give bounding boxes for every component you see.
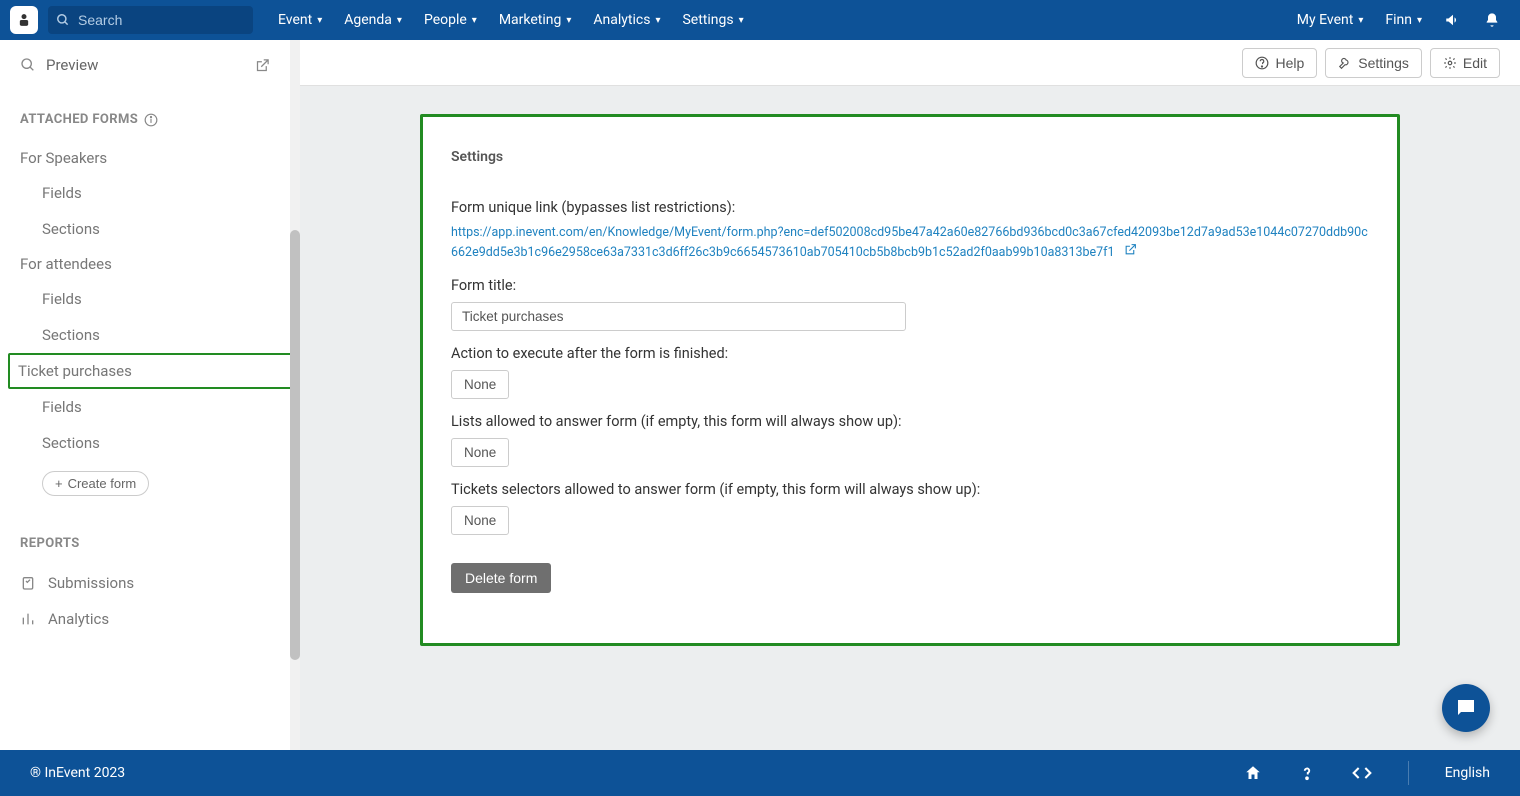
footer-copyright: ® InEvent 2023 (30, 765, 125, 781)
sidebar-preview[interactable]: Preview (20, 52, 270, 90)
chevron-down-icon: ▾ (739, 15, 744, 26)
nav-settings[interactable]: Settings▾ (672, 2, 753, 38)
form-title-input[interactable] (451, 302, 906, 331)
sidebar-item-sections[interactable]: Sections (20, 317, 270, 353)
sidebar-item-fields[interactable]: Fields (20, 175, 270, 211)
announce-icon[interactable] (1434, 1, 1472, 39)
sidebar-group-speakers[interactable]: For Speakers (20, 141, 270, 175)
nav-user[interactable]: Finn▾ (1375, 2, 1432, 38)
nav-analytics[interactable]: Analytics▾ (583, 2, 670, 38)
plus-icon: + (55, 476, 63, 491)
nav-people[interactable]: People▾ (414, 2, 487, 38)
sidebar-reports-heading: REPORTS (20, 536, 270, 551)
chart-icon (20, 611, 36, 627)
sidebar-group-ticketpurchases[interactable]: Ticket purchases (8, 353, 290, 389)
sidebar: Preview ATTACHED FORMS For Speakers Fiel… (0, 40, 290, 750)
lists-select[interactable]: None (451, 438, 509, 467)
delete-form-button[interactable]: Delete form (451, 563, 551, 593)
chevron-down-icon: ▾ (1358, 15, 1363, 26)
nav-marketing[interactable]: Marketing▾ (489, 2, 582, 38)
sidebar-scrollbar[interactable] (290, 40, 300, 750)
search-icon (20, 57, 36, 73)
sidebar-item-sections[interactable]: Sections (20, 211, 270, 247)
sidebar-item-fields[interactable]: Fields (20, 281, 270, 317)
chevron-down-icon: ▾ (566, 15, 571, 26)
search-icon (56, 13, 70, 27)
sidebar-preview-label: Preview (46, 56, 98, 74)
code-icon[interactable] (1352, 763, 1372, 783)
sidebar-report-submissions[interactable]: Submissions (20, 565, 270, 601)
help-button[interactable]: Help (1242, 48, 1317, 78)
sidebar-group-attendees[interactable]: For attendees (20, 247, 270, 281)
help-icon (1255, 56, 1269, 70)
sidebar-item-fields[interactable]: Fields (20, 389, 270, 425)
bell-icon[interactable] (1474, 2, 1510, 38)
page-toolbar: Help Settings Edit (300, 40, 1520, 86)
chevron-down-icon: ▾ (472, 15, 477, 26)
external-link-icon[interactable] (1124, 244, 1137, 260)
unique-link-label: Form unique link (bypasses list restrict… (451, 199, 1369, 216)
chevron-down-icon: ▾ (655, 15, 660, 26)
info-icon[interactable] (144, 113, 158, 127)
action-label: Action to execute after the form is fini… (451, 345, 1369, 362)
clipboard-icon (20, 575, 36, 591)
sidebar-attached-heading: ATTACHED FORMS (20, 112, 270, 127)
unique-link[interactable]: https://app.inevent.com/en/Knowledge/MyE… (451, 225, 1368, 260)
main-content: Settings Form unique link (bypasses list… (300, 86, 1520, 750)
top-navbar: Event▾ Agenda▾ People▾ Marketing▾ Analyt… (0, 0, 1520, 40)
external-link-icon (255, 58, 270, 73)
footer-language[interactable]: English (1445, 765, 1490, 781)
chevron-down-icon: ▾ (317, 15, 322, 26)
nav-agenda[interactable]: Agenda▾ (334, 2, 412, 38)
create-form-button[interactable]: + Create form (42, 471, 149, 496)
tickets-label: Tickets selectors allowed to answer form… (451, 481, 1369, 498)
home-icon[interactable] (1244, 764, 1262, 782)
tickets-select[interactable]: None (451, 506, 509, 535)
search-input[interactable] (48, 6, 253, 34)
nav-myevent[interactable]: My Event▾ (1287, 2, 1374, 38)
wrench-icon (1338, 56, 1352, 70)
divider (1408, 761, 1409, 785)
panel-title: Settings (441, 135, 1379, 179)
action-select[interactable]: None (451, 370, 509, 399)
edit-button[interactable]: Edit (1430, 48, 1500, 78)
sidebar-item-sections[interactable]: Sections (20, 425, 270, 461)
form-title-label: Form title: (451, 277, 1369, 294)
chevron-down-icon: ▾ (397, 15, 402, 26)
gear-icon (1443, 56, 1457, 70)
chevron-down-icon: ▾ (1417, 15, 1422, 26)
scrollbar-thumb[interactable] (290, 230, 300, 660)
sidebar-report-analytics[interactable]: Analytics (20, 601, 270, 637)
settings-button[interactable]: Settings (1325, 48, 1422, 78)
nav-event[interactable]: Event▾ (268, 2, 332, 38)
lists-label: Lists allowed to answer form (if empty, … (451, 413, 1369, 430)
help-icon[interactable] (1298, 764, 1316, 782)
footer: ® InEvent 2023 English (0, 750, 1520, 796)
chat-bubble[interactable] (1442, 684, 1490, 732)
settings-panel: Settings Form unique link (bypasses list… (420, 114, 1400, 646)
app-logo[interactable] (10, 6, 38, 34)
